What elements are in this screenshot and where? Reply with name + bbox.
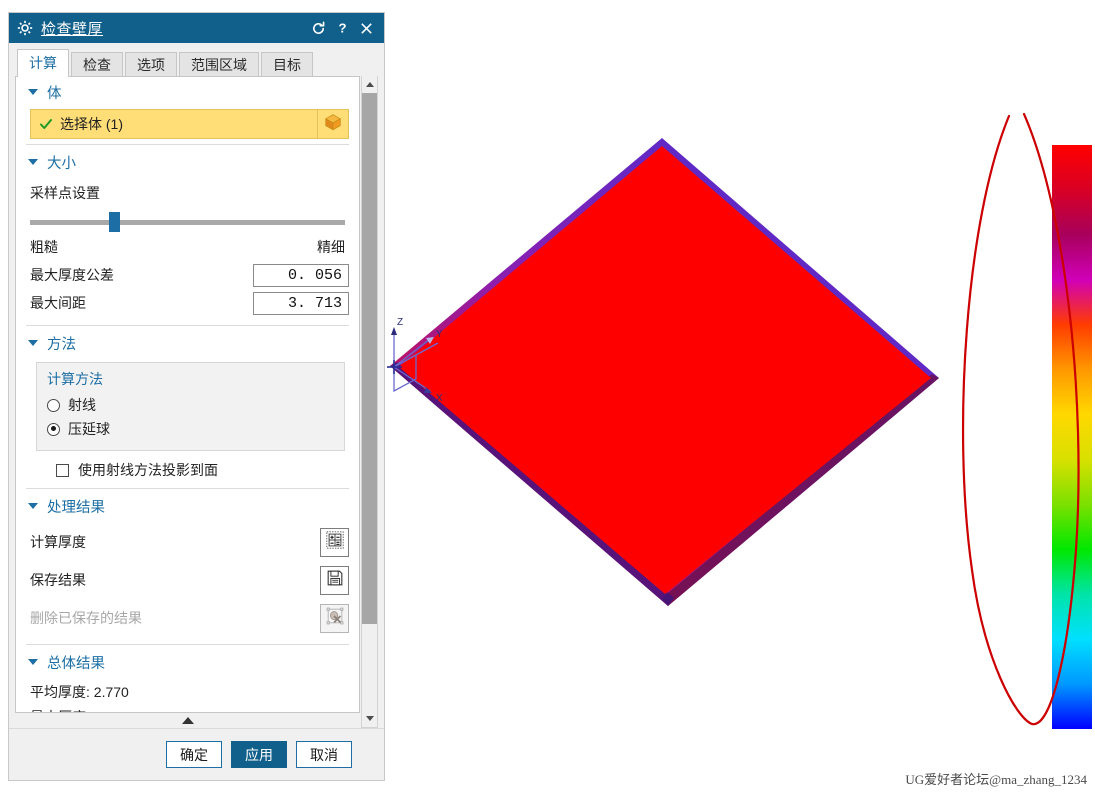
svg-text:?: ?	[338, 21, 346, 36]
slider-thumb[interactable]	[108, 212, 120, 232]
apply-button[interactable]: 应用	[231, 741, 287, 768]
calculate-thickness-button[interactable]	[320, 527, 349, 557]
panel-collapse-handle[interactable]	[15, 713, 360, 728]
scrollbar-track[interactable]	[362, 93, 377, 710]
red-ellipse-annotation	[961, 112, 1080, 726]
panel-scrollbar[interactable]	[361, 76, 378, 728]
max-spacing-label: 最大间距	[30, 295, 86, 311]
divider	[26, 488, 349, 489]
section-header-method[interactable]: 方法	[26, 328, 349, 358]
slider-end-labels: 粗糙 精细	[30, 237, 345, 257]
scroll-up-button[interactable]	[362, 76, 377, 93]
select-body-label: 选择体 (1)	[60, 116, 123, 132]
chevron-up-icon	[365, 82, 374, 87]
max-spacing-row: 最大间距 3. 713	[30, 291, 349, 315]
calculate-tab-panel: 体 选择体 (1) 大小 采样点设置 粗糙 精细 最大厚度公差 0. 056 最…	[15, 76, 360, 713]
max-spacing-input[interactable]: 3. 713	[253, 291, 349, 315]
check-icon	[39, 117, 53, 131]
sampling-slider[interactable]	[30, 211, 345, 233]
radio-label-rolling-ball: 压延球	[68, 421, 110, 437]
dialog-title: 检查壁厚	[41, 20, 104, 38]
section-title-overall-results: 总体结果	[47, 655, 105, 672]
scrollbar-thumb[interactable]	[362, 93, 377, 624]
tab-bar: 计算 检查 选项 范围区域 目标	[15, 49, 360, 77]
tab-calculate[interactable]: 计算	[17, 49, 69, 77]
max-thickness-tolerance-row: 最大厚度公差 0. 056	[30, 263, 349, 287]
cube-icon-button[interactable]	[318, 109, 349, 139]
tab-options[interactable]: 选项	[125, 52, 177, 77]
csys-label-y: Y	[436, 329, 443, 340]
divider	[26, 325, 349, 326]
sampling-points-label: 采样点设置	[30, 185, 100, 201]
collapse-triangle-icon	[28, 89, 38, 95]
gear-icon	[17, 20, 33, 36]
calculate-thickness-row: 计算厚度	[30, 525, 349, 559]
section-header-size[interactable]: 大小	[26, 147, 349, 177]
save-results-button[interactable]	[320, 565, 349, 595]
chevron-down-icon	[365, 716, 374, 721]
scroll-down-button[interactable]	[362, 710, 377, 727]
delete-saved-results-button	[320, 603, 349, 633]
max-thickness-tolerance-label: 最大厚度公差	[30, 267, 114, 283]
section-title-size: 大小	[47, 155, 76, 172]
csys-label-x: X	[436, 393, 443, 404]
calculate-icon	[325, 530, 345, 555]
collapse-triangle-icon	[28, 503, 38, 509]
divider	[26, 144, 349, 145]
section-title-body: 体	[47, 85, 62, 102]
collapse-triangle-icon	[28, 340, 38, 346]
average-thickness-result: 平均厚度: 2.770	[30, 684, 129, 700]
max-thickness-result: 最大厚度: 3.000	[30, 707, 349, 712]
radio-icon	[47, 398, 60, 412]
calculation-method-group: 计算方法 射线 压延球	[36, 362, 345, 451]
csys-label-z: Z	[397, 317, 403, 328]
delete-saved-results-row: 删除已保存的结果	[30, 601, 349, 635]
checkbox-icon[interactable]	[56, 463, 69, 477]
project-to-face-checkbox-row[interactable]: 使用射线方法投影到面	[56, 460, 349, 480]
watermark-text: UG爱好者论坛@ma_zhang_1234	[905, 772, 1087, 787]
delete-saved-icon	[325, 606, 345, 631]
slider-track	[30, 220, 345, 225]
cube-icon	[323, 112, 343, 137]
tab-range-region[interactable]: 范围区域	[179, 52, 259, 77]
radio-option-ray[interactable]: 射线	[47, 393, 334, 417]
check-wall-thickness-dialog: 检查壁厚 ? 计算 检查 选项 范围区域 目标 体 选择体 (1) 大小 采样点…	[8, 12, 385, 781]
section-title-method: 方法	[47, 336, 76, 353]
collapse-triangle-icon	[28, 159, 38, 165]
help-icon[interactable]: ?	[330, 16, 354, 40]
tab-check[interactable]: 检查	[71, 52, 123, 77]
save-results-label: 保存结果	[30, 572, 86, 588]
chevron-up-icon	[181, 717, 194, 724]
close-icon[interactable]	[354, 16, 378, 40]
select-body-field[interactable]: 选择体 (1)	[30, 109, 318, 139]
dialog-body: 计算 检查 选项 范围区域 目标 体 选择体 (1) 大小 采样点设置 粗糙 精…	[9, 43, 384, 728]
ok-button[interactable]: 确定	[166, 741, 222, 768]
collapse-triangle-icon	[28, 659, 38, 665]
slider-max-label: 精细	[317, 239, 345, 255]
tab-target[interactable]: 目标	[261, 52, 313, 77]
calculate-thickness-label: 计算厚度	[30, 534, 86, 550]
max-thickness-tolerance-input[interactable]: 0. 056	[253, 263, 349, 287]
radio-selected-icon	[47, 422, 60, 436]
section-header-body[interactable]: 体	[26, 77, 349, 107]
delete-saved-results-label: 删除已保存的结果	[30, 610, 142, 626]
radio-label-ray: 射线	[68, 397, 96, 413]
coordinate-system-triad: Z Y X	[387, 317, 443, 404]
dialog-footer: 确定 应用 取消	[9, 728, 384, 780]
reset-icon[interactable]	[306, 16, 330, 40]
project-to-face-label: 使用射线方法投影到面	[78, 462, 218, 478]
save-icon	[325, 568, 345, 593]
section-title-process-results: 处理结果	[47, 499, 105, 516]
section-header-process-results[interactable]: 处理结果	[26, 491, 349, 521]
graphics-viewport[interactable]: Z Y X	[386, 0, 1095, 793]
divider	[26, 644, 349, 645]
cancel-button[interactable]: 取消	[296, 741, 352, 768]
radio-option-rolling-ball[interactable]: 压延球	[47, 417, 334, 441]
save-results-row: 保存结果	[30, 563, 349, 597]
calculation-method-title: 计算方法	[47, 371, 103, 387]
dialog-titlebar[interactable]: 检查壁厚 ?	[9, 13, 384, 43]
section-header-overall-results[interactable]: 总体结果	[26, 647, 349, 677]
slider-min-label: 粗糙	[30, 239, 58, 255]
select-body-row[interactable]: 选择体 (1)	[30, 109, 349, 139]
